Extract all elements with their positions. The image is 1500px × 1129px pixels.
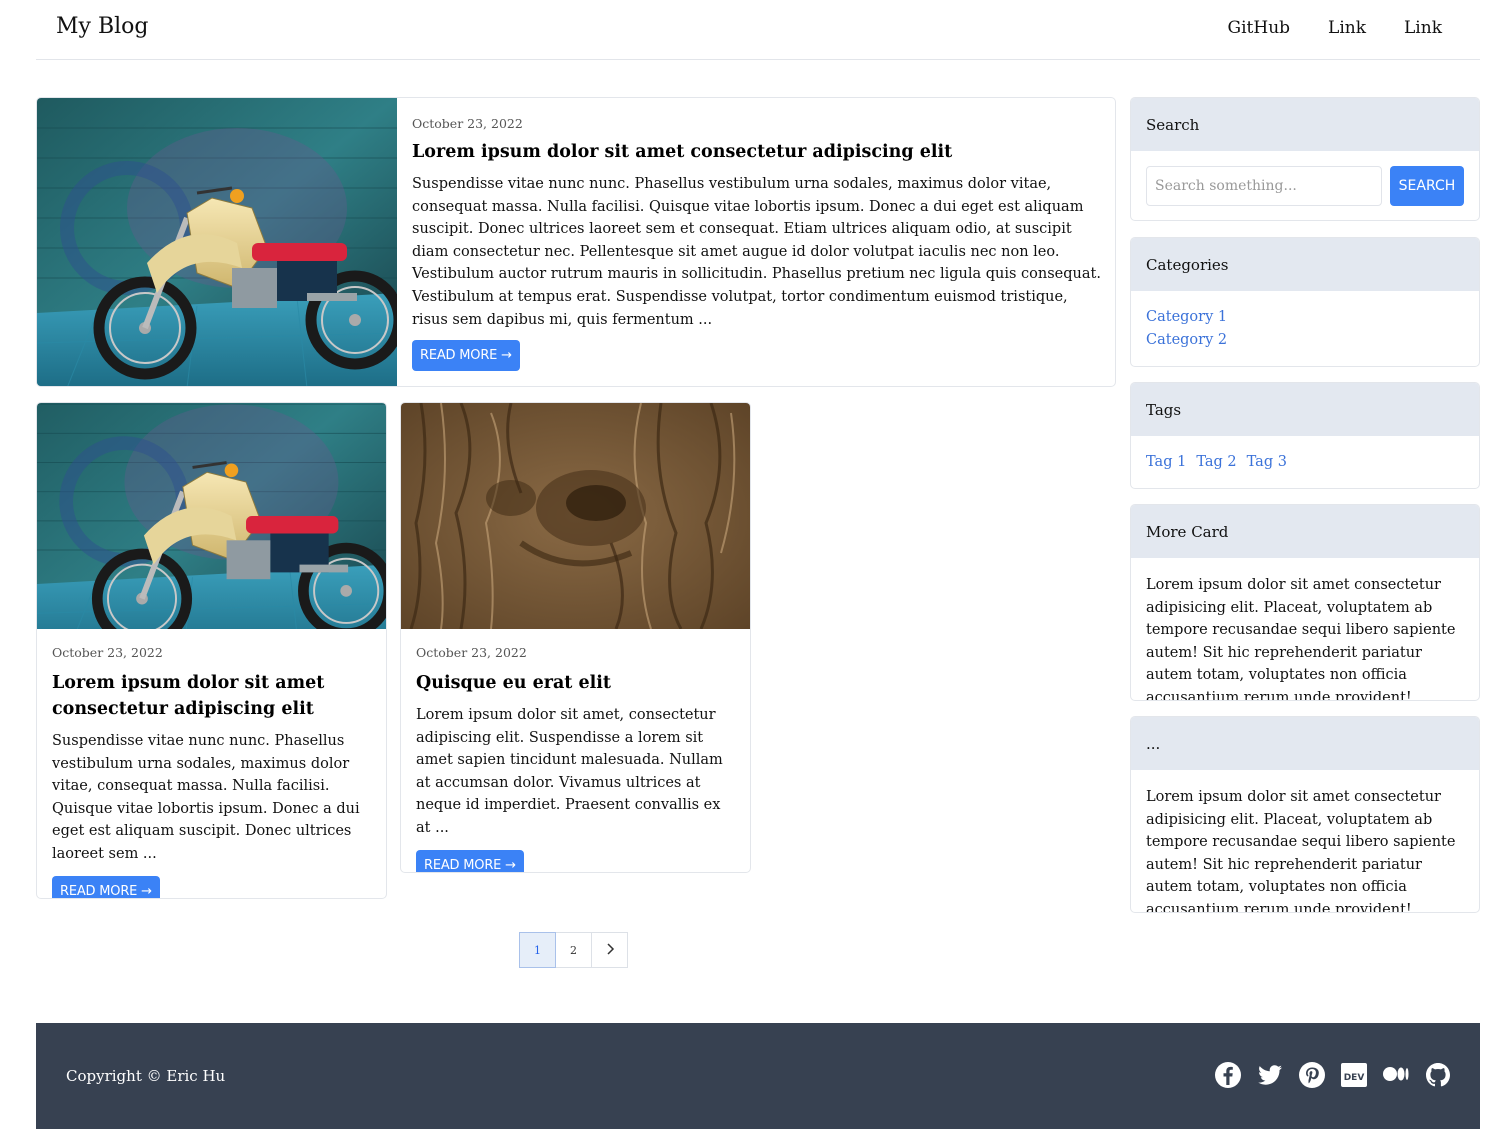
search-input[interactable] xyxy=(1146,166,1382,206)
widget-title: Search xyxy=(1131,98,1479,151)
post-card: October 23, 2022 Lorem ipsum dolor sit a… xyxy=(36,402,387,899)
post-image[interactable] xyxy=(37,403,387,629)
nav-link-2[interactable]: Link xyxy=(1404,18,1442,38)
post-title[interactable]: Lorem ipsum dolor sit amet consectetur a… xyxy=(52,670,372,722)
nav-links: GitHub Link Link xyxy=(1228,18,1442,38)
tag-link[interactable]: Tag 3 xyxy=(1247,451,1287,474)
featured-post-image[interactable] xyxy=(37,98,397,387)
pagination: 1 2 xyxy=(519,932,628,968)
category-link[interactable]: Category 2 xyxy=(1146,329,1464,352)
page-1-button[interactable]: 1 xyxy=(519,932,556,968)
category-link[interactable]: Category 1 xyxy=(1146,306,1464,329)
social-links: DEV xyxy=(1214,1061,1452,1089)
medium-icon[interactable] xyxy=(1382,1061,1410,1089)
next-page-button[interactable] xyxy=(591,932,628,968)
facebook-icon[interactable] xyxy=(1214,1061,1242,1089)
post-title[interactable]: Lorem ipsum dolor sit amet consectetur a… xyxy=(412,139,1102,165)
post-date: October 23, 2022 xyxy=(416,645,527,660)
svg-text:DEV: DEV xyxy=(1344,1073,1365,1083)
post-excerpt: Suspendisse vitae nunc nunc. Phasellus v… xyxy=(412,176,1101,328)
widget-title: More Card xyxy=(1131,505,1479,558)
twitter-icon[interactable] xyxy=(1256,1061,1284,1089)
ellipsis-card-widget: ... Lorem ipsum dolor sit amet consectet… xyxy=(1130,716,1480,913)
search-widget: Search SEARCH xyxy=(1130,97,1480,221)
post-excerpt: Lorem ipsum dolor sit amet, consectetur … xyxy=(416,707,723,836)
featured-post-card: October 23, 2022 Lorem ipsum dolor sit a… xyxy=(36,97,1116,387)
page-2-button[interactable]: 2 xyxy=(555,932,592,968)
github-icon[interactable] xyxy=(1424,1061,1452,1089)
tag-link[interactable]: Tag 2 xyxy=(1196,451,1236,474)
widget-text: Lorem ipsum dolor sit amet consectetur a… xyxy=(1146,577,1456,701)
read-more-button[interactable]: READ MORE → xyxy=(412,340,520,372)
copyright-text: Copyright © Eric Hu xyxy=(66,1067,226,1085)
widget-title: Tags xyxy=(1131,383,1479,436)
tag-link[interactable]: Tag 1 xyxy=(1146,451,1186,474)
post-date: October 23, 2022 xyxy=(52,645,163,660)
widget-text: Lorem ipsum dolor sit amet consectetur a… xyxy=(1146,789,1456,913)
nav-link-github[interactable]: GitHub xyxy=(1228,18,1291,38)
search-button[interactable]: SEARCH xyxy=(1390,166,1464,206)
post-title[interactable]: Quisque eu erat elit xyxy=(416,670,736,696)
categories-widget: Categories Category 1 Category 2 xyxy=(1130,237,1480,367)
post-excerpt: Suspendisse vitae nunc nunc. Phasellus v… xyxy=(52,733,360,862)
chevron-right-icon xyxy=(605,942,615,958)
brand-link[interactable]: My Blog xyxy=(56,14,148,39)
pinterest-icon[interactable] xyxy=(1298,1061,1326,1089)
read-more-button[interactable]: READ MORE → xyxy=(52,875,160,898)
post-image[interactable] xyxy=(401,403,751,629)
post-date: October 23, 2022 xyxy=(412,116,523,131)
widget-title: Categories xyxy=(1131,238,1479,291)
tags-widget: Tags Tag 1 Tag 2 Tag 3 xyxy=(1130,382,1480,489)
widget-title: ... xyxy=(1131,717,1479,770)
nav-link-1[interactable]: Link xyxy=(1328,18,1366,38)
more-card-widget: More Card Lorem ipsum dolor sit amet con… xyxy=(1130,504,1480,701)
footer: Copyright © Eric Hu DEV xyxy=(36,1023,1480,1129)
navbar: My Blog GitHub Link Link xyxy=(36,0,1480,60)
read-more-button[interactable]: READ MORE → xyxy=(416,849,524,872)
post-card: October 23, 2022 Quisque eu erat elit Lo… xyxy=(400,402,751,873)
dev-icon[interactable]: DEV xyxy=(1340,1061,1368,1089)
